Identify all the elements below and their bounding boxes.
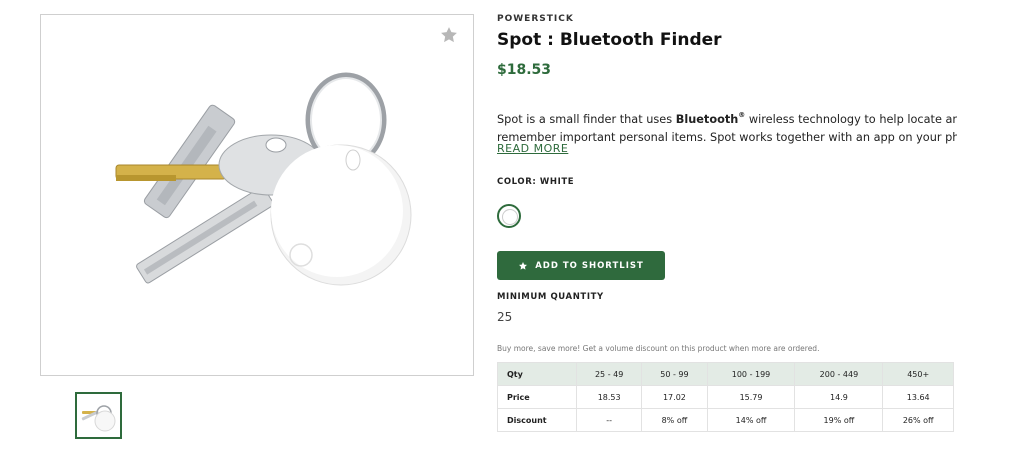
qty-cell: 50 - 99 bbox=[641, 362, 708, 386]
qty-cell: 100 - 199 bbox=[706, 362, 796, 386]
product-description: Spot is a small finder that uses Bluetoo… bbox=[497, 106, 957, 147]
product-thumbnail[interactable] bbox=[75, 392, 122, 439]
discount-cell: -- bbox=[575, 408, 643, 432]
minimum-quantity-label: MINIMUM QUANTITY bbox=[497, 292, 604, 302]
add-to-shortlist-button[interactable]: ADD TO SHORTLIST bbox=[497, 251, 665, 280]
volume-discount-note: Buy more, save more! Get a volume discou… bbox=[497, 344, 820, 353]
price-cell: 18.53 bbox=[575, 385, 643, 409]
discount-cell: 19% off bbox=[794, 408, 884, 432]
product-main-image bbox=[40, 14, 474, 376]
qty-header: Qty bbox=[497, 362, 577, 386]
description-line-1: Spot is a small finder that uses Bluetoo… bbox=[497, 111, 957, 126]
table-row-qty: Qty 25 - 49 50 - 99 100 - 199 200 - 449 … bbox=[497, 362, 954, 386]
read-more-link[interactable]: READ MORE bbox=[497, 142, 568, 155]
star-icon bbox=[519, 261, 528, 270]
price-cell: 13.64 bbox=[882, 385, 954, 409]
price-header: Price bbox=[497, 385, 577, 409]
discount-header: Discount bbox=[497, 408, 577, 432]
thumbnail-photo bbox=[81, 405, 116, 432]
product-photo bbox=[115, 72, 412, 286]
price-cell: 14.9 bbox=[794, 385, 884, 409]
price-cell: 15.79 bbox=[706, 385, 796, 409]
volume-pricing-table: Qty 25 - 49 50 - 99 100 - 199 200 - 449 … bbox=[497, 362, 954, 432]
brand-name: POWERSTICK bbox=[497, 14, 574, 24]
qty-cell: 450+ bbox=[882, 362, 954, 386]
discount-cell: 14% off bbox=[706, 408, 796, 432]
qty-cell: 200 - 449 bbox=[794, 362, 884, 386]
table-row-discount: Discount -- 8% off 14% off 19% off 26% o… bbox=[497, 408, 954, 432]
color-swatch-white[interactable] bbox=[497, 204, 521, 228]
minimum-quantity-value: 25 bbox=[497, 310, 513, 324]
qty-cell: 25 - 49 bbox=[575, 362, 643, 386]
product-price: $18.53 bbox=[497, 62, 552, 78]
product-title: Spot : Bluetooth Finder bbox=[497, 30, 722, 50]
discount-cell: 26% off bbox=[882, 408, 954, 432]
bluetooth-term: Bluetooth bbox=[675, 113, 739, 126]
table-row-price: Price 18.53 17.02 15.79 14.9 13.64 bbox=[497, 385, 954, 409]
discount-cell: 8% off bbox=[641, 408, 708, 432]
price-cell: 17.02 bbox=[641, 385, 708, 409]
color-label: COLOR: WHITE bbox=[497, 177, 575, 187]
favorite-star-icon[interactable] bbox=[439, 25, 459, 45]
add-to-shortlist-label: ADD TO SHORTLIST bbox=[535, 260, 644, 271]
